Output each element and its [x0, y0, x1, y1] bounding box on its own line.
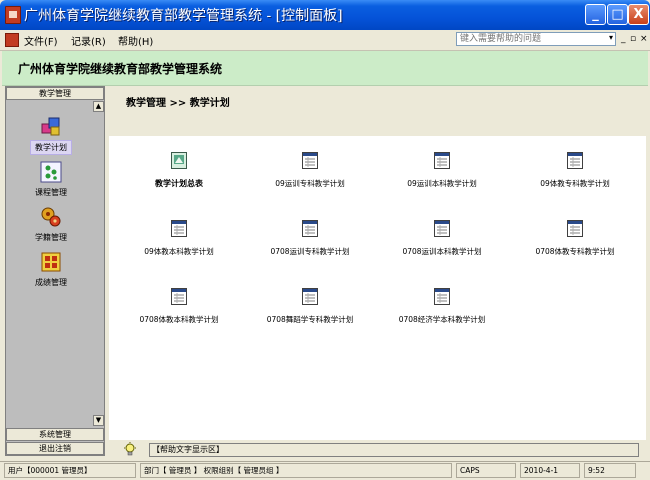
plan-item-label: 09体教专科教学计划 [540, 179, 610, 188]
nav-item-grades[interactable]: 成绩管理 [6, 251, 96, 289]
plan-item-label: 09运训本科教学计划 [407, 179, 477, 188]
window-title: 广州体育学院继续教育部教学管理系统 - [控制面板] [24, 8, 343, 24]
document-icon [302, 152, 318, 169]
plan-item-label: 0708舞蹈学专科教学计划 [266, 315, 354, 324]
plan-item-label: 0708运训专科教学计划 [270, 247, 350, 256]
lightbulb-icon [124, 442, 136, 456]
help-area: 【帮助文字显示区】 [109, 440, 646, 460]
document-icon [434, 152, 450, 169]
nav-item-status[interactable]: 学籍管理 [6, 206, 96, 244]
document-icon [171, 288, 187, 305]
document-icon [434, 220, 450, 237]
plan-item-label: 09体教本科教学计划 [144, 247, 214, 256]
dots-icon [40, 161, 62, 183]
app-icon [5, 6, 21, 24]
menu-record[interactable]: 记录(R) [71, 33, 106, 48]
nav-group-logout[interactable]: 退出注销 [6, 442, 104, 455]
status-date: 2010-4-1 [520, 463, 580, 478]
nav-group-system[interactable]: 系统管理 [6, 428, 104, 441]
plan-item[interactable]: 09体教本科教学计划 [114, 220, 244, 257]
nav-item-teaching-plan[interactable]: 教学计划 [6, 115, 96, 155]
status-bar: 用户【000001 管理员】 部门【 管理员 】 权限组别【 管理员组 】 CA… [0, 461, 650, 480]
app-menu-icon[interactable] [5, 33, 19, 47]
doc-restore-button[interactable]: ▫ [630, 34, 636, 44]
scroll-down-button[interactable]: ▼ [93, 415, 104, 426]
title-bar[interactable]: 广州体育学院继续教育部教学管理系统 - [控制面板] _ □ X [0, 0, 650, 30]
help-text: 【帮助文字显示区】 [149, 443, 639, 457]
breadcrumb: 教学管理 >> 教学计划 [126, 98, 230, 109]
plan-item-label: 教学计划总表 [155, 179, 203, 188]
nav-item-label: 教学计划 [30, 140, 72, 155]
plan-item-label: 0708体教专科教学计划 [535, 247, 615, 256]
plan-item-label: 09运训专科教学计划 [275, 179, 345, 188]
page-title: 广州体育学院继续教育部教学管理系统 [18, 62, 223, 76]
status-dept: 部门【 管理员 】 权限组别【 管理员组 】 [140, 463, 452, 478]
nav-item-label: 成绩管理 [35, 278, 67, 287]
scroll-up-button[interactable]: ▲ [93, 101, 104, 112]
nav-item-label: 课程管理 [35, 188, 67, 197]
close-button[interactable]: X [628, 4, 649, 25]
document-icon [302, 288, 318, 305]
breadcrumb-band: 教学管理 >> 教学计划 [109, 86, 646, 136]
header-band: 广州体育学院继续教育部教学管理系统 [2, 51, 648, 86]
plan-item-label: 0708经济学本科教学计划 [398, 315, 486, 324]
plan-item-summary[interactable]: 教学计划总表 [114, 152, 244, 189]
menu-help[interactable]: 帮助(H) [118, 33, 153, 48]
main-panel: 教学管理 >> 教学计划 教学计划总表 09运训专科教学计划 09运训本科教学计… [109, 86, 646, 440]
plan-item[interactable]: 09体教专科教学计划 [510, 152, 640, 189]
doc-close-button[interactable]: × [640, 34, 648, 44]
document-icon [434, 288, 450, 305]
status-time: 9:52 [584, 463, 636, 478]
help-search-input[interactable] [457, 33, 603, 45]
plan-item-label: 0708运训本科教学计划 [402, 247, 482, 256]
plan-item[interactable]: 0708运训本科教学计划 [377, 220, 507, 257]
gears-icon [41, 207, 61, 227]
nav-item-label: 学籍管理 [35, 233, 67, 242]
summary-icon [171, 152, 187, 169]
plan-item[interactable]: 09运训专科教学计划 [245, 152, 375, 189]
plan-item[interactable]: 0708经济学本科教学计划 [377, 288, 507, 325]
nav-group-teaching[interactable]: 教学管理 [6, 87, 104, 100]
document-icon [567, 152, 583, 169]
document-icon [302, 220, 318, 237]
plan-item[interactable]: 0708运训专科教学计划 [245, 220, 375, 257]
menu-bar: 文件(F) 记录(R) 帮助(H) ▾ _ ▫ × [0, 30, 650, 51]
document-icon [171, 220, 187, 237]
plan-item[interactable]: 0708舞蹈学专科教学计划 [245, 288, 375, 325]
plan-item-label: 0708体教本科教学计划 [139, 315, 219, 324]
plan-item[interactable]: 0708体教专科教学计划 [510, 220, 640, 257]
document-icon [567, 220, 583, 237]
help-search-box[interactable]: ▾ [456, 32, 616, 46]
blocks-icon [41, 117, 60, 136]
maximize-button[interactable]: □ [607, 4, 628, 25]
minimize-button[interactable]: _ [585, 4, 606, 25]
nav-item-course[interactable]: 课程管理 [6, 161, 96, 199]
menu-file[interactable]: 文件(F) [24, 33, 58, 48]
plan-item[interactable]: 09运训本科教学计划 [377, 152, 507, 189]
status-user: 用户【000001 管理员】 [4, 463, 136, 478]
plan-item[interactable]: 0708体教本科教学计划 [114, 288, 244, 325]
left-nav: 教学管理 ▲ 教学计划 课程管理 学籍管理 成绩管理 ▼ 系统管理 退出注销 [5, 86, 105, 456]
chevron-down-icon[interactable]: ▾ [609, 33, 613, 42]
chart-icon [41, 252, 61, 272]
doc-minimize-button[interactable]: _ [621, 34, 626, 44]
status-caps: CAPS [456, 463, 516, 478]
